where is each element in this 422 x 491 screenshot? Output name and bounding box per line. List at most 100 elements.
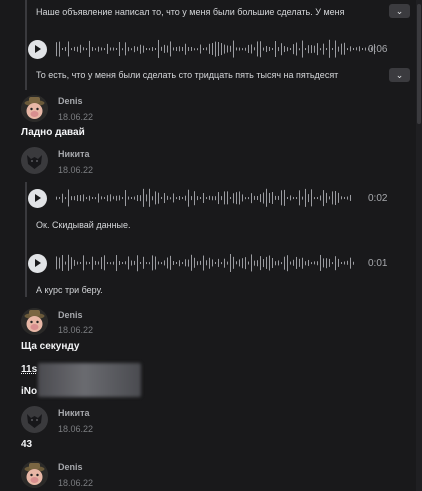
waveform-bar: [71, 195, 72, 201]
play-icon[interactable]: [28, 188, 47, 208]
waveform-bar: [215, 262, 216, 264]
waveform-bar: [239, 47, 240, 51]
waveform-bar: [329, 40, 330, 58]
scrollbar[interactable]: [416, 0, 422, 491]
waveform-bar: [185, 195, 186, 201]
waveform-bar: [311, 44, 312, 54]
expand-transcript-button[interactable]: ⌄: [389, 4, 410, 18]
waveform-bar: [275, 41, 276, 57]
avatar[interactable]: [21, 461, 48, 488]
waveform-bar: [341, 43, 342, 55]
waveform-bar: [269, 193, 270, 203]
quote-bar: [25, 182, 27, 297]
waveform-bar: [176, 47, 177, 51]
waveform-bar: [221, 261, 222, 265]
waveform-bar: [266, 257, 267, 269]
waveform-bar: [134, 45, 135, 53]
waveform-bar: [266, 189, 267, 207]
waveform-bar: [263, 258, 264, 268]
waveform-bar: [299, 259, 300, 267]
voice-waveform[interactable]: [56, 38, 376, 60]
waveform-bar: [71, 256, 72, 270]
voice-waveform[interactable]: [56, 252, 356, 274]
waveform-bar: [332, 261, 333, 265]
waveform-bar: [188, 46, 189, 52]
waveform-bar: [227, 261, 228, 265]
waveform-bar: [311, 189, 312, 207]
waveform-bar: [98, 193, 99, 203]
author-name[interactable]: Никита: [58, 408, 89, 418]
waveform-bar: [134, 261, 135, 265]
waveform-bar: [68, 255, 69, 271]
avatar[interactable]: [21, 95, 48, 122]
waveform-bar: [221, 42, 222, 56]
waveform-bar: [161, 47, 162, 51]
waveform-bar: [65, 46, 66, 52]
waveform-bar: [98, 46, 99, 52]
waveform-bar: [323, 258, 324, 268]
author-name[interactable]: Denis: [58, 462, 83, 472]
author-name[interactable]: Denis: [58, 96, 83, 106]
waveform-bar: [245, 256, 246, 270]
waveform-bar: [281, 42, 282, 56]
waveform-bar: [233, 257, 234, 269]
avatar[interactable]: [21, 406, 48, 433]
avatar[interactable]: [21, 308, 48, 335]
play-icon[interactable]: [28, 39, 47, 59]
waveform-bar: [131, 197, 132, 199]
waveform-bar: [167, 45, 168, 53]
expand-transcript-button[interactable]: ⌄: [389, 68, 410, 82]
voice-transcript: Наше объявление написал то, что у меня б…: [36, 7, 345, 17]
waveform-bar: [68, 189, 69, 207]
message-text: Ща секунду: [21, 341, 80, 352]
waveform-bar: [281, 261, 282, 265]
waveform-bar: [302, 196, 303, 200]
author-name[interactable]: Никита: [58, 149, 89, 159]
waveform-bar: [56, 41, 57, 57]
waveform-bar: [62, 48, 63, 50]
waveform-bar: [320, 47, 321, 51]
waveform-bar: [113, 261, 114, 265]
waveform-bar: [158, 261, 159, 265]
waveform-bar: [317, 42, 318, 56]
waveform-bar: [161, 261, 162, 265]
author-name[interactable]: Denis: [58, 310, 83, 320]
waveform-bar: [116, 48, 117, 50]
waveform-bar: [83, 47, 84, 51]
voice-message: [28, 187, 351, 209]
waveform-bar: [206, 196, 207, 200]
play-icon[interactable]: [28, 253, 47, 273]
waveform-bar: [188, 259, 189, 267]
voice-waveform[interactable]: [56, 187, 351, 209]
waveform-bar: [257, 41, 258, 57]
waveform-bar: [230, 46, 231, 52]
waveform-bar: [128, 196, 129, 200]
waveform-bar: [107, 44, 108, 54]
chat-history: Наше объявление написал то, что у меня б…: [0, 0, 422, 491]
scrollbar-thumb[interactable]: [417, 4, 421, 124]
waveform-bar: [146, 47, 147, 51]
waveform-bar: [86, 196, 87, 200]
waveform-bar: [158, 40, 159, 58]
waveform-bar: [326, 193, 327, 203]
waveform-bar: [191, 255, 192, 271]
waveform-bar: [260, 193, 261, 203]
waveform-bar: [269, 255, 270, 271]
waveform-bar: [146, 261, 147, 265]
waveform-bar: [311, 261, 312, 265]
waveform-bar: [167, 257, 168, 269]
avatar[interactable]: [21, 147, 48, 174]
waveform-bar: [152, 255, 153, 271]
message-text: 11s: [21, 364, 38, 375]
waveform-bar: [140, 194, 141, 202]
waveform-bar: [248, 45, 249, 53]
waveform-bar: [308, 44, 309, 54]
waveform-bar: [329, 196, 330, 200]
waveform-bar: [137, 254, 138, 272]
waveform-bar: [356, 47, 357, 51]
waveform-bar: [272, 258, 273, 268]
waveform-bar: [326, 257, 327, 269]
waveform-bar: [197, 195, 198, 201]
waveform-bar: [62, 193, 63, 203]
waveform-bar: [92, 197, 93, 199]
